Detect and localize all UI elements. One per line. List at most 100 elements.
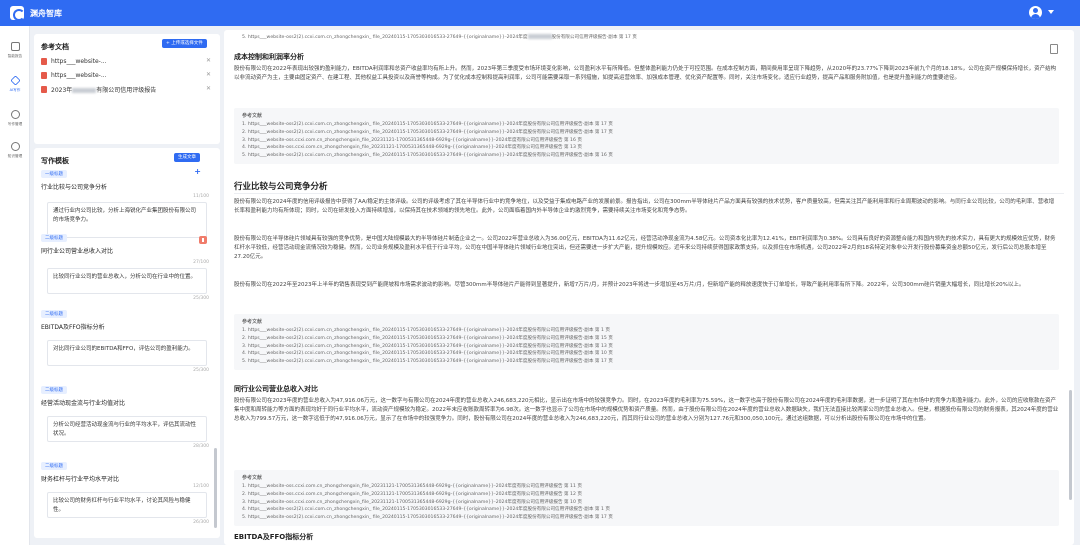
char-count: 12/100	[193, 484, 209, 489]
close-icon[interactable]: ✕	[206, 57, 211, 64]
char-count: 26/300	[193, 520, 209, 525]
chevron-down-icon[interactable]	[1048, 10, 1054, 14]
doc-name: https___website-...	[51, 71, 107, 79]
section-title: 同行业公司营业总收入对比	[234, 385, 318, 393]
section-heading[interactable]: 行业比较与公司竞争分析	[41, 182, 107, 191]
close-icon[interactable]: ✕	[206, 85, 211, 92]
reference-text: 5. https___website-oss2(2).ccxi.com.cn_z…	[242, 35, 528, 40]
pdf-icon	[41, 57, 47, 65]
section-paragraph: 股份有限公司在半导体硅片领域具有较强的竞争优势，是中国大陆规模最大的半导体硅片制…	[234, 236, 1056, 261]
template-section[interactable]: 二级标题 EBITDA及FFO指标分析 对比同行业公司的EBITDA和FFO，评…	[41, 310, 213, 380]
reference-item[interactable]: 2. https___website-oss2(2).ccxi.com.cn_z…	[242, 129, 1051, 137]
reference-box: 参考文献 1. https___website-oss.ccxi.com.cn_…	[234, 470, 1059, 526]
section-content-input[interactable]: 对比同行业公司的EBITDA和FFO，评估公司的盈利能力。	[47, 340, 207, 366]
section-paragraph: 股份有限公司在2022年表现出较强的盈利能力，EBITDA利润率和总资产收益率均…	[234, 66, 1057, 82]
upload-button[interactable]: + 上传或选择文件	[162, 39, 207, 48]
reference-item[interactable]: 1. https___website-oss2(2).ccxi.com.cn_z…	[242, 121, 1051, 129]
blurred-text	[527, 34, 552, 39]
doc-name-suffix: 有限公司信用评级报告	[96, 86, 157, 94]
document-scrollbar[interactable]	[1069, 390, 1072, 500]
nav-item-ai-writing[interactable]: AI写作	[0, 72, 30, 102]
section-content-input[interactable]: 通过行业内公司比较，分析上海锐化产业集团股份有限公司的市场竞争力。	[47, 202, 207, 238]
section-content-input[interactable]: 比较公司的财务杠杆与行业平均水平，讨论其风险与稳健性。	[47, 492, 207, 518]
nav-item-smart-report[interactable]: 智能报告	[0, 38, 30, 68]
section-content: 比较公司的财务杠杆与行业平均水平，讨论其风险与稳健性。	[53, 498, 191, 513]
ref-docs-title: 参考文档	[41, 43, 69, 51]
reference-item[interactable]: 4. https___website-oss2(2).ccxi.com.cn_z…	[242, 506, 1051, 514]
pdf-icon	[41, 85, 47, 93]
template-section[interactable]: 二级标题 经营活动现金流与行业均值对比 分析公司经营活动现金流与行业的平均水平，…	[41, 386, 213, 456]
reference-item[interactable]: 1. https___website-oss.ccxi.com.cn_zhong…	[242, 483, 1051, 491]
reference-item[interactable]: 3. https___website-oss2(2).ccxi.com.cn_z…	[242, 343, 1051, 351]
template-section[interactable]: 二级标题 同行业公司营业总收入对比 27/100 比较同行业公司的营业总收入，分…	[41, 234, 213, 304]
reference-item[interactable]: 1. https___website-oss2(2).ccxi.com.cn_z…	[242, 327, 1051, 335]
section-heading[interactable]: 经营活动现金流与行业均值对比	[41, 398, 125, 407]
reference-item[interactable]: 4. https___website-oss.ccxi.com.cn_zhong…	[242, 144, 1051, 152]
level-tag: 二级标题	[41, 386, 67, 394]
reference-item[interactable]: 5. https___website-oss2(2).ccxi.com.cn_z…	[242, 34, 637, 40]
doc-item[interactable]: 2023年 有限公司信用评级报告 ✕	[41, 83, 213, 95]
pen-icon	[9, 75, 21, 86]
reference-item[interactable]: 2. https___website-oss2(2).ccxi.com.cn_z…	[242, 335, 1051, 343]
reference-item[interactable]: 5. https___website-oss2(2).ccxi.com.cn_z…	[242, 152, 1051, 160]
trash-icon[interactable]	[199, 236, 207, 244]
char-count: 11/100	[193, 194, 209, 199]
section-heading[interactable]: 同行业公司营业总收入对比	[41, 246, 113, 255]
reference-item[interactable]: 3. https___website-oss.ccxi.com.cn_zhong…	[242, 137, 1051, 145]
reference-title: 参考文献	[242, 319, 263, 325]
user-avatar-icon[interactable]	[1029, 6, 1042, 19]
section-title: 行业比较与公司竞争分析	[234, 182, 328, 192]
template-section[interactable]: 二级标题 财务杠杆与行业平均水平对比 12/100 比较公司的财务杠杆与行业平均…	[41, 462, 213, 537]
reference-item[interactable]: 4. https___website-oss2(2).ccxi.com.cn_z…	[242, 350, 1051, 358]
section-paragraph: 股份有限公司在2024年度的信用评级报告中获得了AA/稳定的主体评级。公司的评级…	[234, 199, 1055, 215]
nav-item-label: 智能报告	[7, 53, 23, 58]
nav-item-writing-management[interactable]: 写作管理	[0, 106, 30, 136]
doc-name-prefix: 2023年	[51, 86, 73, 94]
doc-name: 2023年 有限公司信用评级报告	[51, 85, 156, 94]
reference-item[interactable]: 5. https___website-oss2(2).ccxi.com.cn_z…	[242, 514, 1051, 522]
blurred-text	[72, 87, 97, 93]
template-scrollbar[interactable]	[214, 448, 217, 528]
knowledge-icon	[10, 142, 20, 151]
reference-box: 参考文献 1. https___website-oss2(2).ccxi.com…	[234, 108, 1059, 164]
reference-item[interactable]: 5. https___website-oss2(2).ccxi.com.cn_z…	[242, 358, 1051, 366]
level-tag: 二级标题	[41, 310, 67, 318]
section-content: 分析公司经营活动现金流与行业的平均水平，评估其流动性状况。	[53, 422, 197, 437]
ref-docs-panel: 参考文档 + 上传或选择文件 https___website-... ✕ htt…	[34, 34, 220, 144]
char-count: 28/300	[193, 444, 209, 449]
reference-item[interactable]: 3. https___website-oss.ccxi.com.cn_zhong…	[242, 499, 1051, 507]
reference-title: 参考文献	[242, 475, 263, 481]
nav-item-label: 写作管理	[7, 121, 23, 126]
doc-name: https___website-...	[51, 57, 107, 65]
close-icon[interactable]: ✕	[206, 71, 211, 78]
left-nav: 智能报告 AI写作 写作管理 知识管理	[0, 26, 30, 545]
app-title: 渊舟智库	[30, 8, 62, 18]
nav-item-knowledge-management[interactable]: 知识管理	[0, 138, 30, 168]
reference-item[interactable]: 2. https___website-oss.ccxi.com.cn_zhong…	[242, 491, 1051, 499]
section-content: 比较同行业公司的营业总收入，分析公司在行业中的位置。	[53, 274, 197, 280]
section-content-input[interactable]: 分析公司经营活动现金流与行业的平均水平，评估其流动性状况。	[47, 416, 207, 442]
doc-item[interactable]: https___website-... ✕	[41, 55, 213, 67]
section-title: 成本控制和利润率分析	[234, 53, 304, 61]
section-paragraph: 股份有限公司在2023年度的营业总收入为47,916.06万元，这一数字与有限公…	[234, 398, 1059, 423]
section-heading[interactable]: EBITDA及FFO指标分析	[41, 322, 105, 331]
section-paragraph: 股份有限公司在2022年至2023年上半年的销售表现受到产能爬坡和市场需求波动的…	[234, 282, 1025, 288]
section-heading[interactable]: 财务杠杆与行业平均水平对比	[41, 474, 119, 483]
section-title: EBITDA及FFO指标分析	[234, 533, 314, 541]
pdf-icon	[41, 71, 47, 79]
section-content: 通过行业内公司比较，分析上海锐化产业集团股份有限公司的市场竞争力。	[53, 208, 197, 223]
add-icon[interactable]: +	[194, 167, 201, 176]
char-count: 25/300	[193, 296, 209, 301]
reference-box: 参考文献 1. https___website-oss2(2).ccxi.com…	[234, 314, 1059, 370]
divider	[234, 193, 1064, 194]
copy-icon[interactable]	[1050, 44, 1058, 54]
level-tag: 二级标题	[41, 234, 67, 242]
app-logo-icon	[10, 6, 25, 21]
doc-item[interactable]: https___website-... ✕	[41, 69, 213, 81]
generate-article-button[interactable]: 生成文章	[174, 153, 200, 162]
report-icon	[10, 42, 20, 51]
nav-item-label: 知识管理	[7, 153, 23, 158]
section-content-input[interactable]: 比较同行业公司的营业总收入，分析公司在行业中的位置。	[47, 268, 207, 294]
nav-item-label: AI写作	[9, 87, 21, 92]
template-panel: 写作模板 生成文章 一级标题 + 行业比较与公司竞争分析 11/100 通过行业…	[34, 148, 220, 538]
